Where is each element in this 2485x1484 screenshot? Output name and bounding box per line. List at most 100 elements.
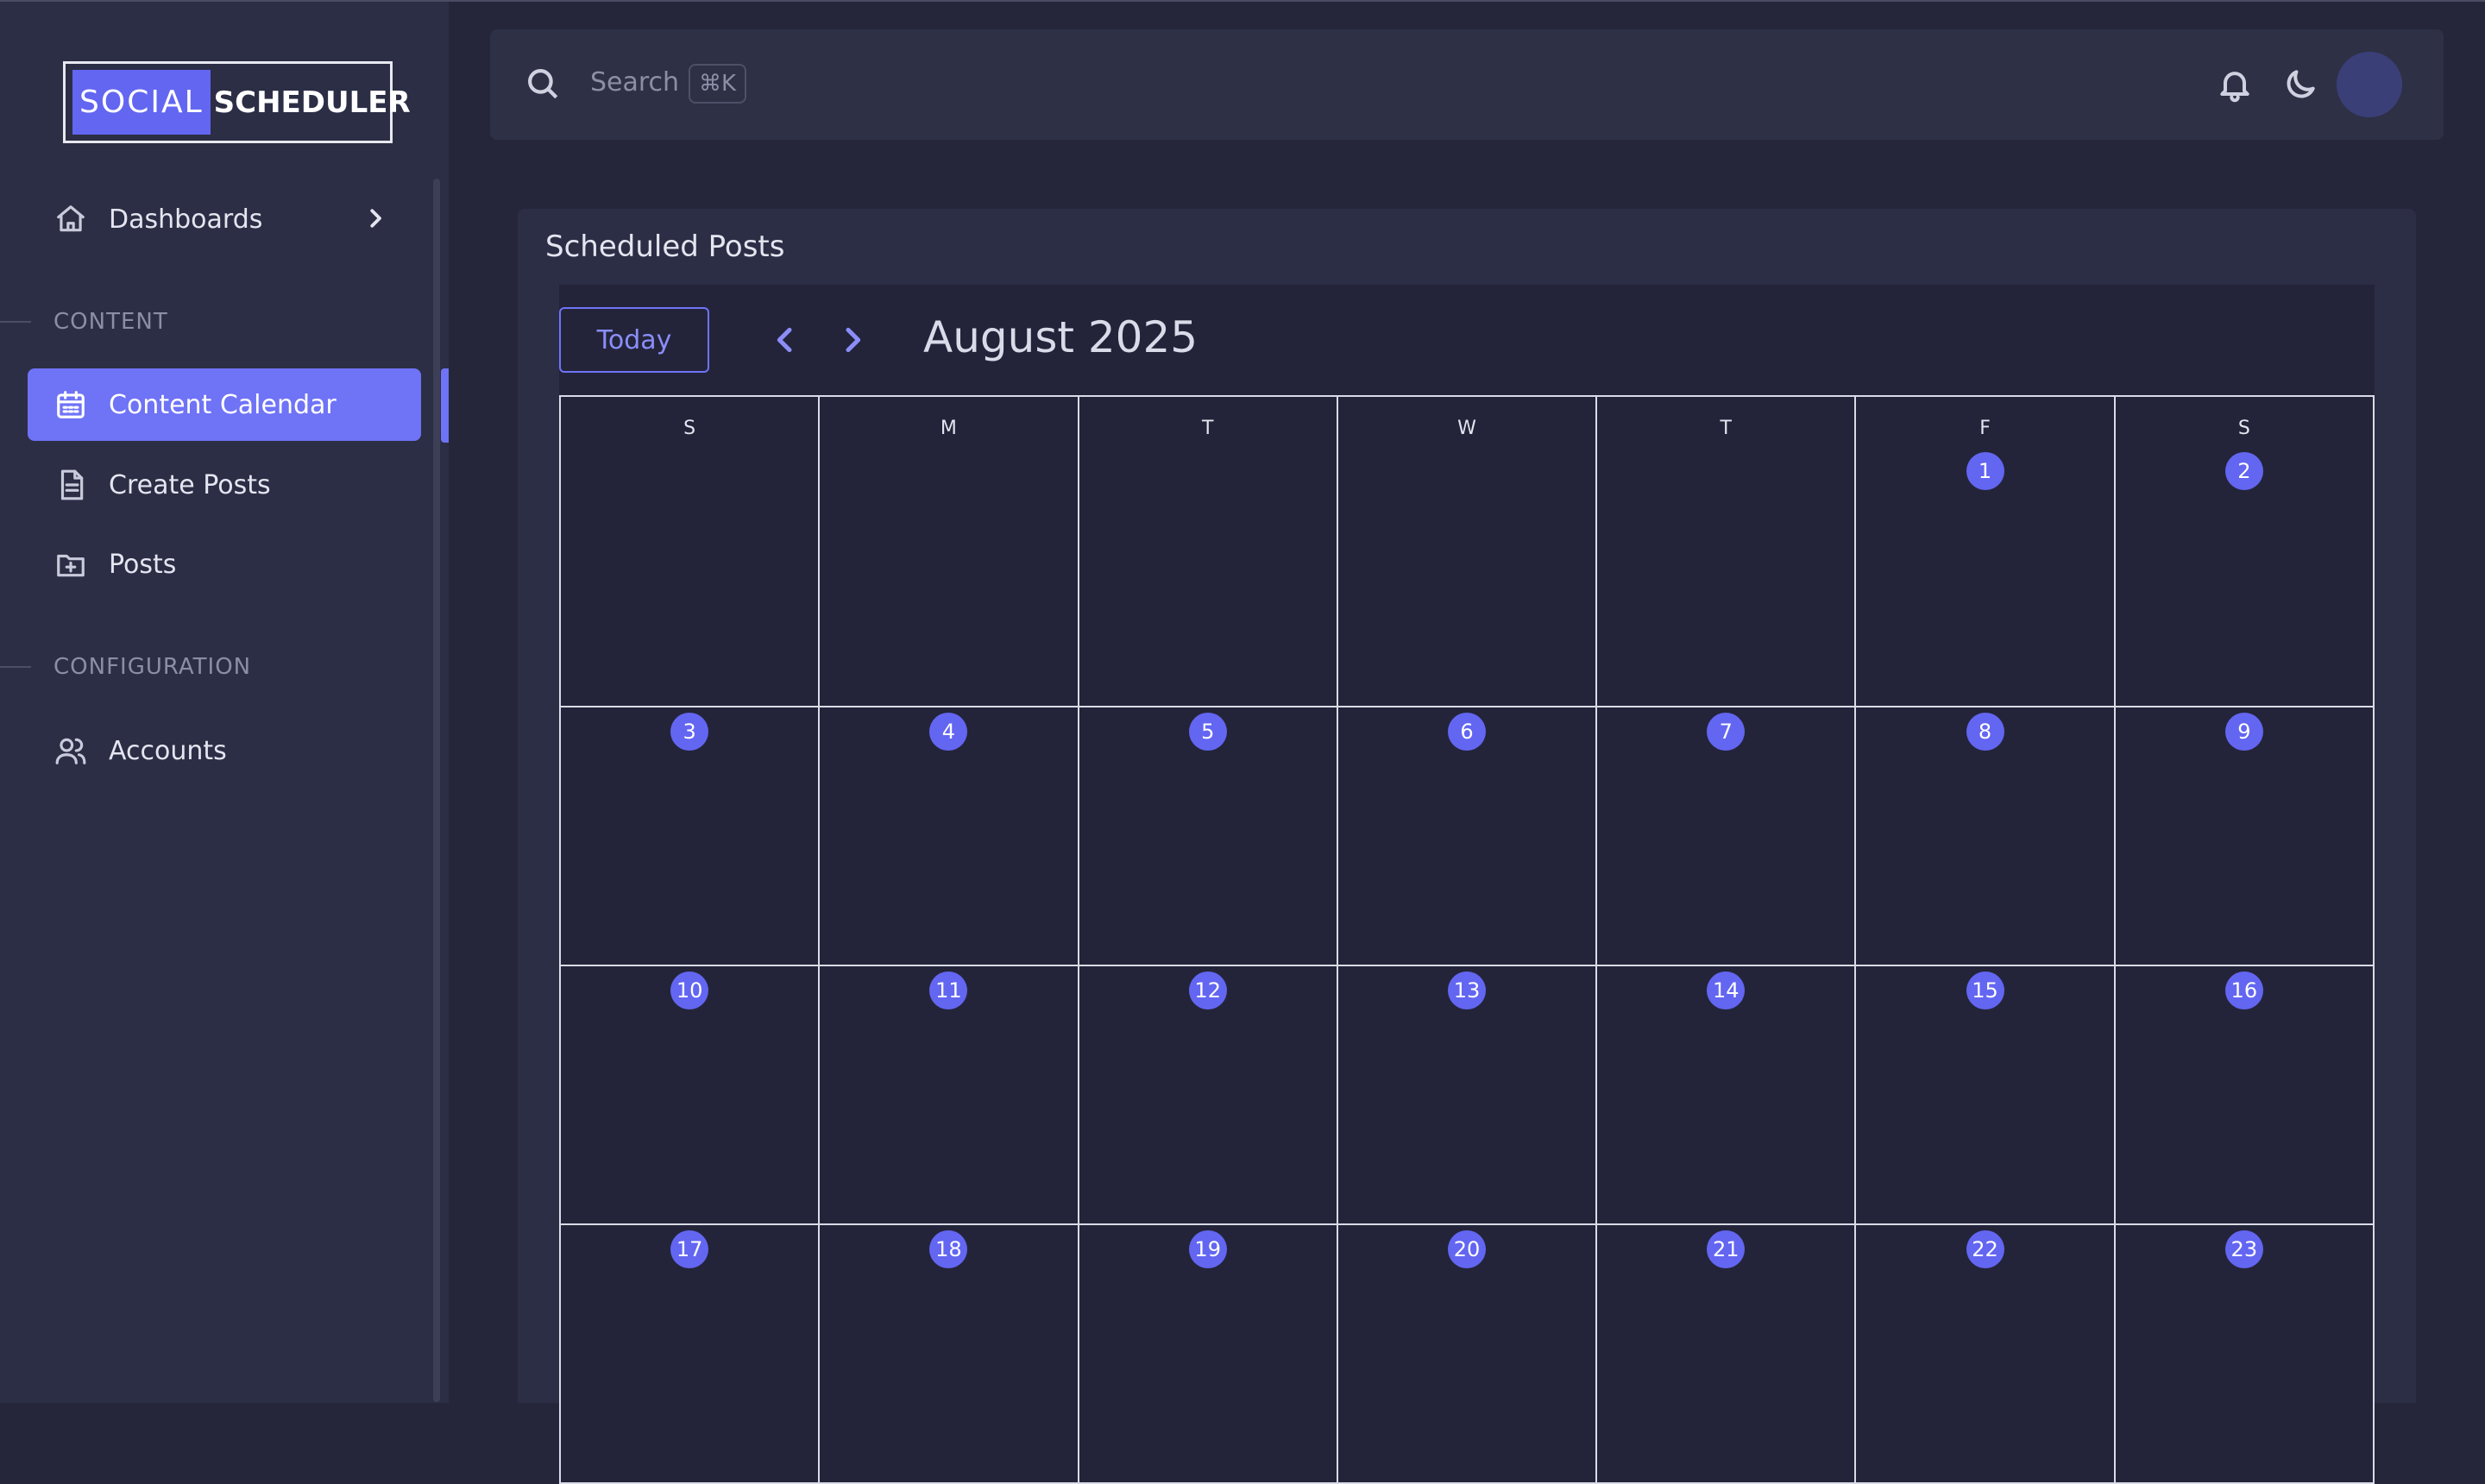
logo-text-social: SOCIAL bbox=[72, 70, 211, 135]
sidebar-item-accounts[interactable]: Accounts bbox=[28, 714, 421, 787]
weekday-header: M bbox=[940, 418, 957, 439]
day-number-badge[interactable]: 8 bbox=[1966, 713, 2004, 751]
day-number-badge[interactable]: 13 bbox=[1447, 972, 1486, 1009]
calendar-day-cell[interactable]: T bbox=[1079, 397, 1338, 707]
calendar-day-cell[interactable]: M bbox=[820, 397, 1079, 707]
calendar-day-cell[interactable]: 22 bbox=[1856, 1225, 2116, 1484]
calendar-week-row: SMTWTF1S2 bbox=[561, 397, 2375, 707]
sidebar-item-posts[interactable]: Posts bbox=[28, 528, 421, 601]
app-logo[interactable]: SOCIAL SCHEDULER bbox=[63, 61, 411, 143]
day-number-badge[interactable]: 7 bbox=[1707, 713, 1746, 751]
calendar-day-cell[interactable]: 4 bbox=[820, 707, 1079, 966]
calendar-day-cell[interactable]: 16 bbox=[2115, 966, 2375, 1225]
calendar-day-cell[interactable]: 21 bbox=[1597, 1225, 1857, 1484]
today-button[interactable]: Today bbox=[559, 307, 709, 373]
weekday-header: F bbox=[1979, 418, 1991, 439]
day-number-badge[interactable]: 1 bbox=[1966, 452, 2004, 490]
day-number-badge[interactable]: 10 bbox=[670, 972, 709, 1009]
day-number-badge[interactable]: 14 bbox=[1707, 972, 1746, 1009]
sidebar-item-label: Content Calendar bbox=[109, 389, 337, 420]
calendar-day-cell[interactable]: 20 bbox=[1337, 1225, 1598, 1484]
document-icon bbox=[53, 468, 88, 502]
section-label-content: CONTENT bbox=[53, 309, 168, 335]
day-number-badge[interactable]: 5 bbox=[1188, 713, 1227, 751]
section-divider bbox=[0, 321, 31, 323]
calendar-day-cell[interactable]: 5 bbox=[1079, 707, 1338, 966]
calendar-day-cell[interactable]: S2 bbox=[2115, 397, 2375, 707]
section-label-configuration: CONFIGURATION bbox=[53, 654, 252, 680]
weekday-header: T bbox=[1720, 418, 1732, 439]
calendar-day-cell[interactable]: 13 bbox=[1337, 966, 1598, 1225]
calendar-day-cell[interactable]: 17 bbox=[561, 1225, 821, 1484]
avatar[interactable] bbox=[2337, 52, 2402, 117]
calendar-icon bbox=[53, 387, 88, 422]
day-number-badge[interactable]: 3 bbox=[670, 713, 709, 751]
day-number-badge[interactable]: 15 bbox=[1966, 972, 2004, 1009]
calendar-day-cell[interactable]: 14 bbox=[1597, 966, 1857, 1225]
calendar-week-row: 3 4 5 6 7 8 9 bbox=[561, 707, 2375, 966]
calendar-day-cell[interactable]: 8 bbox=[1856, 707, 2116, 966]
day-number-badge[interactable]: 21 bbox=[1707, 1230, 1746, 1268]
day-number-badge[interactable]: 9 bbox=[2224, 713, 2263, 751]
day-number-badge[interactable]: 18 bbox=[929, 1230, 968, 1268]
calendar-day-cell[interactable]: F1 bbox=[1856, 397, 2116, 707]
calendar-day-cell[interactable]: 23 bbox=[2115, 1225, 2375, 1484]
users-icon bbox=[53, 733, 88, 768]
calendar-day-cell[interactable]: S bbox=[561, 397, 821, 707]
search-icon[interactable] bbox=[525, 66, 561, 102]
day-number-badge[interactable]: 19 bbox=[1188, 1230, 1227, 1268]
day-number-badge[interactable]: 20 bbox=[1447, 1230, 1486, 1268]
top-bar: Search ⌘K bbox=[490, 29, 2444, 140]
weekday-header: S bbox=[683, 418, 696, 439]
folder-plus-icon bbox=[53, 547, 88, 582]
day-number-badge[interactable]: 17 bbox=[670, 1230, 709, 1268]
calendar-day-cell[interactable]: 15 bbox=[1856, 966, 2116, 1225]
calendar-day-cell[interactable]: 19 bbox=[1079, 1225, 1338, 1484]
chevron-left-icon[interactable] bbox=[768, 323, 802, 357]
sidebar-item-create-posts[interactable]: Create Posts bbox=[28, 449, 421, 521]
calendar-day-cell[interactable]: 7 bbox=[1597, 707, 1857, 966]
calendar-day-cell[interactable]: 9 bbox=[2115, 707, 2375, 966]
search-shortcut-badge: ⌘K bbox=[689, 64, 747, 104]
logo-text-scheduler: SCHEDULER bbox=[213, 85, 411, 120]
calendar-day-cell[interactable]: 3 bbox=[561, 707, 821, 966]
sidebar-item-label: Create Posts bbox=[109, 469, 271, 500]
bell-icon[interactable] bbox=[2216, 66, 2254, 104]
calendar-week-row: 10 11 12 13 14 15 16 bbox=[561, 966, 2375, 1225]
scheduled-posts-card: Scheduled Posts Today August 2025 S M T W T F… bbox=[518, 209, 2416, 1484]
day-number-badge[interactable]: 11 bbox=[929, 972, 968, 1009]
calendar-week-row: 17 18 19 20 21 22 23 bbox=[561, 1225, 2375, 1484]
sidebar-item-label: Posts bbox=[109, 549, 177, 580]
calendar-grid: S M T W T F 1 S 2 3 4 5 6 7 8 9 10 11 12 13 14 15 16 17 18 19 20 21… bbox=[559, 395, 2375, 1484]
day-number-badge[interactable]: 4 bbox=[929, 713, 968, 751]
weekday-header: T bbox=[1201, 418, 1214, 439]
sidebar-item-dashboards[interactable]: Dashboards bbox=[28, 183, 421, 255]
day-number-badge[interactable]: 6 bbox=[1447, 713, 1486, 751]
calendar-toolbar: Today August 2025 bbox=[559, 285, 2375, 395]
search-input[interactable]: Search bbox=[590, 67, 679, 97]
day-number-badge[interactable]: 22 bbox=[1966, 1230, 2004, 1268]
chevron-right-icon bbox=[362, 205, 388, 231]
calendar-day-cell[interactable]: 12 bbox=[1079, 966, 1338, 1225]
section-divider bbox=[0, 666, 31, 668]
calendar-day-cell[interactable]: 18 bbox=[820, 1225, 1079, 1484]
sidebar: SOCIAL SCHEDULER Dashboards CONTENT Cont… bbox=[0, 2, 449, 1403]
month-title: August 2025 bbox=[923, 312, 1198, 362]
moon-icon[interactable] bbox=[2281, 66, 2319, 104]
calendar-day-cell[interactable]: 11 bbox=[820, 966, 1079, 1225]
calendar-day-cell[interactable]: T bbox=[1597, 397, 1857, 707]
day-number-badge[interactable]: 12 bbox=[1188, 972, 1227, 1009]
sidebar-item-label: Accounts bbox=[109, 735, 227, 766]
calendar-day-cell[interactable]: W bbox=[1337, 397, 1598, 707]
day-number-badge[interactable]: 23 bbox=[2224, 1230, 2263, 1268]
sidebar-item-content-calendar[interactable]: Content Calendar bbox=[28, 368, 421, 441]
calendar-day-cell[interactable]: 10 bbox=[561, 966, 821, 1225]
day-number-badge[interactable]: 2 bbox=[2224, 452, 2263, 490]
calendar-day-cell[interactable]: 6 bbox=[1337, 707, 1598, 966]
weekday-header: S bbox=[2237, 418, 2250, 439]
day-number-badge[interactable]: 16 bbox=[2224, 972, 2263, 1009]
active-indicator bbox=[441, 368, 449, 443]
weekday-header: W bbox=[1457, 418, 1476, 439]
chevron-right-icon[interactable] bbox=[835, 323, 870, 357]
sidebar-scrollbar[interactable] bbox=[433, 179, 440, 1402]
